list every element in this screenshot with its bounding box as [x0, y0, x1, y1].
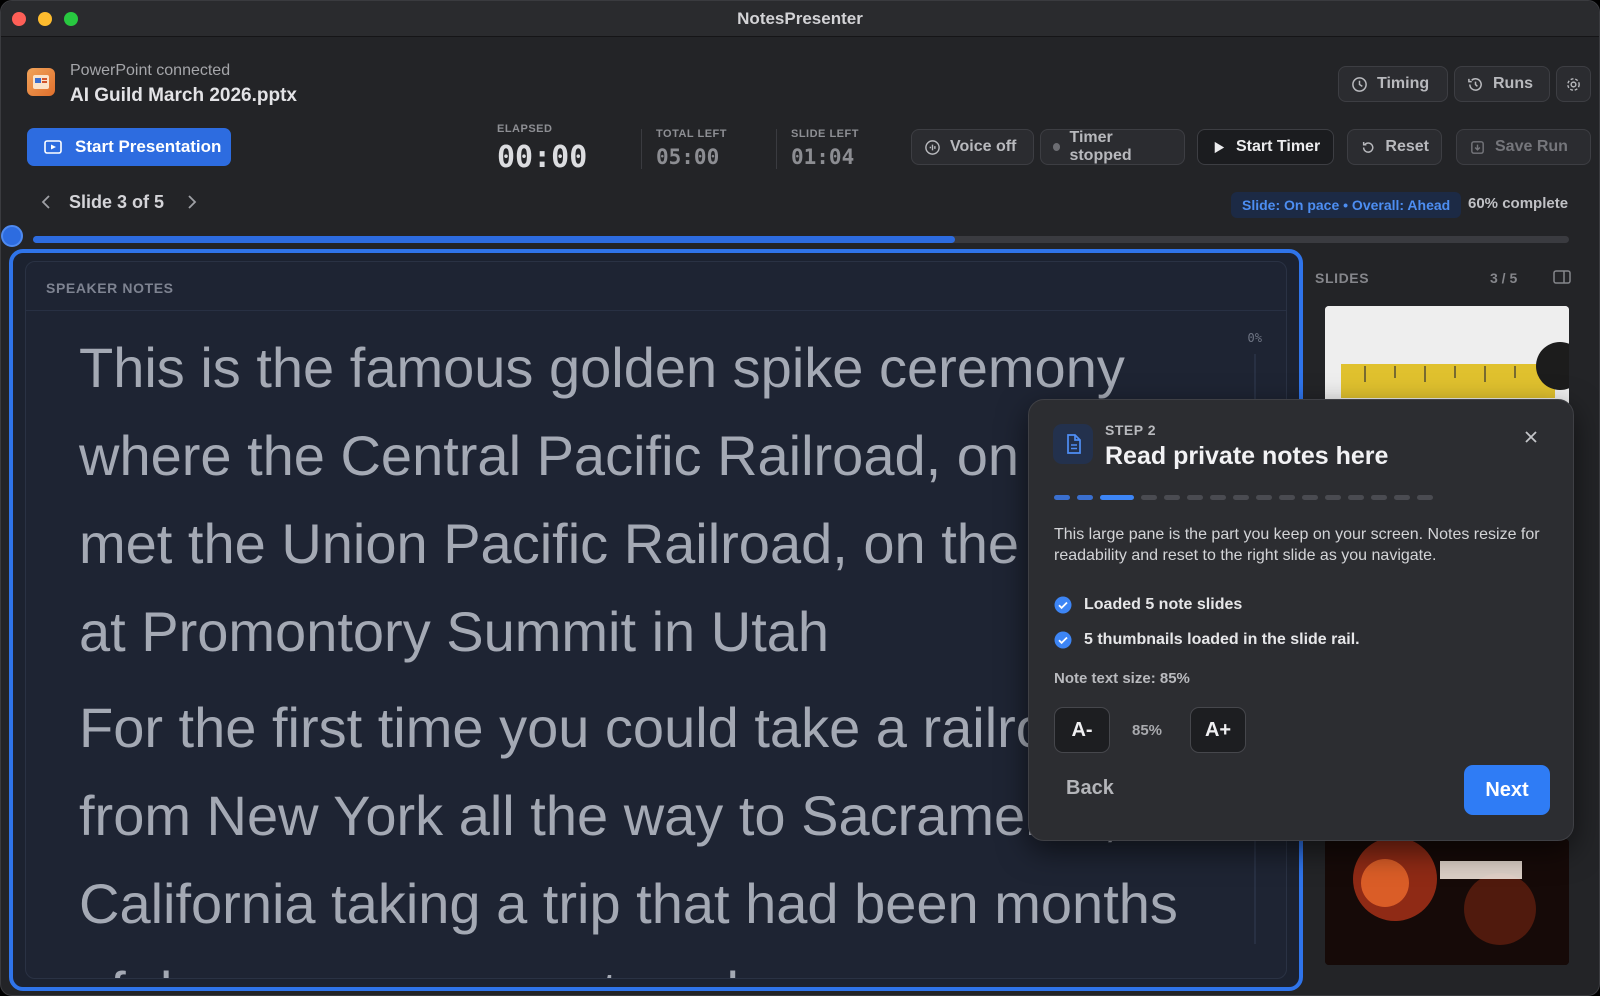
onboarding-popover: STEP 2 Read private notes here This larg…: [1028, 399, 1574, 841]
check-item-label: 5 thumbnails loaded in the slide rail.: [1084, 631, 1360, 648]
progress-fill: [33, 236, 955, 243]
slide-thumbnail-1[interactable]: [1325, 306, 1569, 406]
slide-left-value: 01:04: [791, 145, 855, 169]
note-size-label: Note text size: 85%: [1054, 670, 1190, 687]
total-left-value: 05:00: [656, 145, 720, 169]
elapsed-label: ELAPSED: [497, 123, 553, 135]
step-dot: [1077, 495, 1093, 500]
step-dot: [1325, 495, 1341, 500]
step-progress-dots: [1054, 495, 1433, 500]
step-dot: [1394, 495, 1410, 500]
openclaw-slide-image: [1325, 839, 1569, 965]
title-bar: NotesPresenter: [1, 1, 1599, 37]
step-dot: [1141, 495, 1157, 500]
step-dot: [1302, 495, 1318, 500]
status-dot-icon: [1053, 143, 1061, 151]
powerpoint-file-icon: [27, 68, 55, 96]
chevron-left-icon: [41, 195, 50, 209]
voice-off-icon: [925, 139, 940, 155]
gear-icon: [1567, 77, 1580, 91]
start-timer-label: Start Timer: [1236, 138, 1321, 155]
next-button[interactable]: Next: [1464, 765, 1550, 815]
presentation-progress-bar: [33, 236, 1569, 243]
checkmark-circle-icon: [1054, 631, 1072, 649]
start-presentation-label: Start Presentation: [75, 137, 222, 156]
app-window: NotesPresenter PowerPoint connected AI G…: [0, 0, 1600, 996]
runs-button[interactable]: Runs: [1454, 66, 1550, 102]
step-dot: [1371, 495, 1387, 500]
settings-button[interactable]: [1556, 66, 1591, 102]
divider: [26, 310, 1286, 311]
tape-measure-image: [1325, 306, 1569, 406]
popover-description: This large pane is the part you keep on …: [1054, 526, 1540, 564]
step-dot: [1279, 495, 1295, 500]
check-item: 5 thumbnails loaded in the slide rail.: [1054, 631, 1360, 649]
history-icon: [1468, 77, 1482, 91]
step-dot: [1054, 495, 1070, 500]
slide-counter: Slide 3 of 5: [69, 192, 165, 212]
step-dot: [1210, 495, 1226, 500]
popover-title: Read private notes here: [1105, 442, 1389, 470]
clock-icon: [1352, 76, 1367, 92]
progress-handle[interactable]: [1, 225, 23, 247]
slide-thumbnail-5[interactable]: [1325, 839, 1569, 965]
reset-icon: [1362, 141, 1374, 153]
check-item: Loaded 5 note slides: [1054, 596, 1242, 614]
play-icon: [1214, 141, 1225, 153]
slides-rail-title: SLIDES: [1315, 270, 1370, 286]
step-dot: [1417, 495, 1433, 500]
timer-status-label: Timer stopped: [1069, 129, 1132, 164]
stat-divider: [641, 129, 642, 169]
step-dot: [1164, 495, 1180, 500]
document-icon: [1053, 424, 1093, 464]
total-left-label: TOTAL LEFT: [656, 128, 727, 140]
save-icon: [1471, 140, 1484, 154]
back-button[interactable]: Back: [1066, 777, 1114, 800]
pace-status-badge: Slide: On pace • Overall: Ahead: [1231, 192, 1462, 218]
connection-status: PowerPoint connected: [70, 62, 231, 79]
next-slide-button[interactable]: [183, 192, 201, 212]
start-timer-button[interactable]: Start Timer: [1197, 129, 1334, 165]
close-icon[interactable]: [1522, 428, 1540, 446]
step-dot: [1256, 495, 1272, 500]
speaker-notes-title: SPEAKER NOTES: [46, 280, 174, 296]
timing-button[interactable]: Timing: [1338, 66, 1448, 102]
save-run-label: Save Run: [1495, 138, 1568, 155]
runs-label: Runs: [1493, 75, 1533, 92]
reset-button[interactable]: Reset: [1347, 129, 1442, 165]
reset-label: Reset: [1385, 138, 1429, 155]
stat-divider: [776, 129, 777, 169]
start-presentation-button[interactable]: Start Presentation: [27, 128, 231, 166]
chevron-right-icon: [188, 195, 197, 209]
notes-scroll-percent: 0%: [1247, 331, 1262, 345]
voice-label: Voice off: [950, 138, 1017, 155]
sidebar-toggle-icon[interactable]: [1553, 269, 1571, 285]
slides-rail-count: 3 / 5: [1490, 270, 1518, 286]
checkmark-circle-icon: [1054, 596, 1072, 614]
step-dot: [1187, 495, 1203, 500]
step-label: STEP 2: [1105, 422, 1156, 438]
timing-label: Timing: [1377, 75, 1430, 92]
step-dot: [1348, 495, 1364, 500]
step-dot: [1100, 495, 1134, 500]
text-size-value: 85%: [1132, 722, 1163, 739]
step-dot: [1233, 495, 1249, 500]
save-run-button[interactable]: Save Run: [1456, 129, 1591, 165]
previous-slide-button[interactable]: [37, 192, 55, 212]
completion-text: 60% complete: [1468, 195, 1569, 212]
elapsed-value: 00:00: [497, 140, 588, 175]
slide-left-label: SLIDE LEFT: [791, 128, 859, 140]
window-title: NotesPresenter: [737, 9, 863, 28]
timer-status-badge: Timer stopped: [1040, 129, 1185, 165]
increase-text-size-button[interactable]: A+: [1190, 707, 1246, 753]
voice-toggle-button[interactable]: Voice off: [911, 129, 1034, 165]
file-name: AI Guild March 2026.pptx: [70, 85, 297, 106]
check-item-label: Loaded 5 note slides: [1084, 596, 1243, 613]
play-screen-icon: [44, 140, 62, 154]
decrease-text-size-button[interactable]: A-: [1054, 707, 1110, 753]
